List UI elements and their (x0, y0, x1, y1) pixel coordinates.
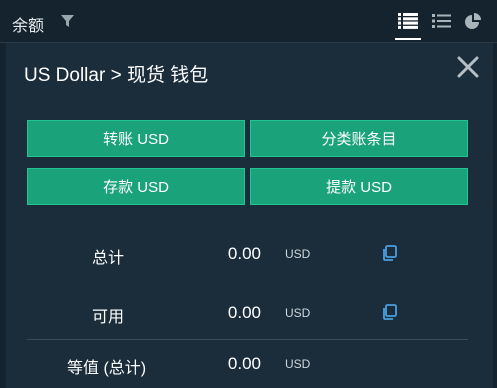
equivalent-total-label: 等值 (总计) (67, 360, 147, 377)
list-icon[interactable] (432, 13, 451, 29)
divider (27, 339, 468, 340)
ledger-entries-button[interactable]: 分类账条目 (250, 120, 468, 157)
total-label: 总计 (92, 250, 125, 267)
equivalent-total-unit: USD (285, 357, 311, 371)
copy-icon[interactable] (381, 303, 399, 321)
filter-icon[interactable] (61, 15, 74, 27)
deposit-button[interactable]: 存款 USD (27, 168, 245, 205)
list-dense-icon[interactable] (398, 13, 418, 29)
close-icon[interactable] (457, 56, 479, 78)
transfer-button[interactable]: 转账 USD (27, 120, 245, 157)
equivalent-total-value: 0.00 (227, 354, 261, 373)
panel-title: US Dollar > 现货 钱包 (24, 65, 209, 86)
active-view-indicator (395, 38, 421, 40)
available-value: 0.00 (227, 303, 261, 322)
available-unit: USD (285, 306, 311, 320)
copy-icon[interactable] (381, 244, 399, 262)
wallet-detail-panel: US Dollar > 现货 钱包 转账 USD 分类账条目 存款 USD 提款… (6, 43, 493, 388)
balance-header: 余额 (0, 0, 497, 43)
pie-chart-icon[interactable] (464, 13, 482, 31)
withdraw-button[interactable]: 提款 USD (250, 168, 468, 205)
available-label: 可用 (92, 309, 125, 326)
total-unit: USD (285, 247, 311, 261)
total-value: 0.00 (227, 244, 261, 263)
header-title: 余额 (12, 18, 45, 35)
